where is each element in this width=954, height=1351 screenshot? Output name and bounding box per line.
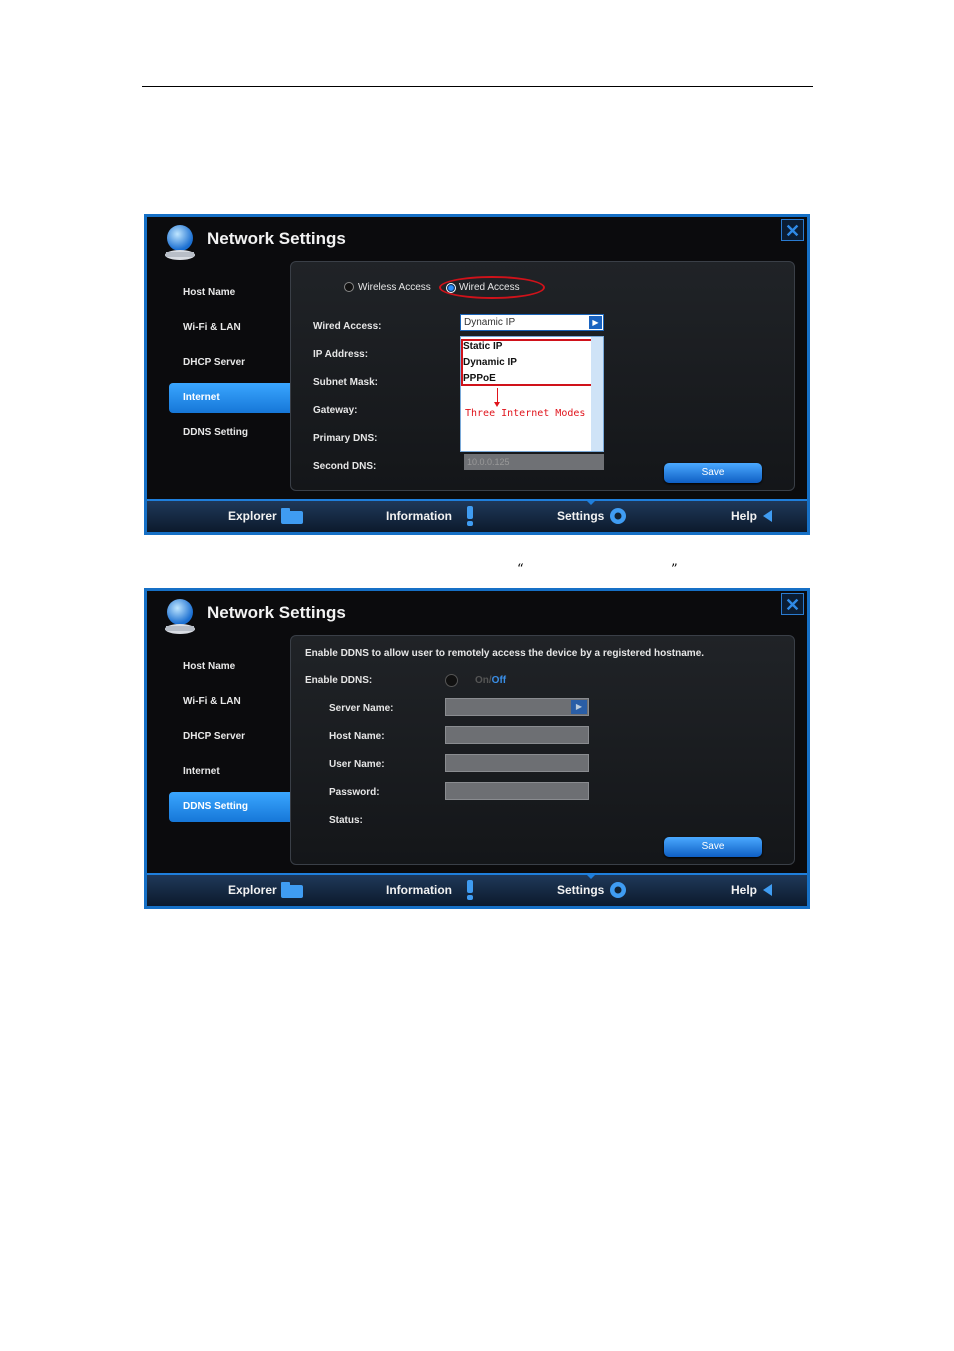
bottom-nav-bar: Explorer Information Settings Help	[147, 499, 807, 532]
server-name-select[interactable]: ▶	[445, 698, 589, 716]
wired-access-select[interactable]: Dynamic IP ▶	[460, 314, 604, 331]
option-pppoe[interactable]: PPPoE	[463, 373, 496, 384]
chevron-right-icon[interactable]: ▶	[589, 316, 602, 329]
user-name-input[interactable]	[445, 754, 589, 772]
window-title: Network Settings	[207, 603, 346, 622]
highlight-oval	[439, 276, 545, 299]
enable-ddns-toggle[interactable]	[445, 674, 458, 687]
annotation-arrow	[494, 388, 500, 407]
nav-information[interactable]: Information	[386, 509, 452, 523]
second-dns-label: Second DNS:	[313, 461, 377, 472]
sidebar-item-dhcp-server[interactable]: DHCP Server	[183, 731, 245, 742]
sidebar-item-wifi-lan[interactable]: Wi-Fi & LAN	[183, 322, 241, 333]
bottom-nav-bar: Explorer Information Settings Help	[147, 873, 807, 906]
chevron-right-icon[interactable]: ▶	[571, 700, 587, 714]
sidebar-item-wifi-lan[interactable]: Wi-Fi & LAN	[183, 696, 241, 707]
globe-logo-icon	[165, 599, 195, 634]
user-name-label: User Name:	[329, 759, 385, 770]
nav-settings[interactable]: Settings	[557, 883, 604, 897]
close-icon[interactable]: ✕	[781, 593, 804, 615]
save-button[interactable]: Save	[664, 463, 762, 483]
nav-settings[interactable]: Settings	[557, 509, 604, 523]
wireless-access-label: Wireless Access	[358, 282, 431, 293]
wired-access-field-label: Wired Access:	[313, 321, 382, 332]
gateway-label: Gateway:	[313, 405, 358, 416]
nav-help[interactable]: Help	[731, 509, 757, 523]
host-name-input[interactable]	[445, 726, 589, 744]
close-icon[interactable]: ✕	[781, 219, 804, 241]
wired-access-dropdown[interactable]: Static IP Dynamic IP PPPoE Three Interne…	[460, 336, 604, 452]
server-name-label: Server Name:	[329, 703, 394, 714]
sidebar-item-internet[interactable]: Internet	[169, 383, 290, 413]
back-arrow-icon	[763, 884, 772, 896]
network-settings-window-ddns: Network Settings ✕ Host Name Wi-Fi & LAN…	[144, 588, 810, 909]
toggle-off-label: Off	[491, 675, 507, 686]
annotation-text: Three Internet Modes	[465, 408, 586, 419]
host-name-label: Host Name:	[329, 731, 385, 742]
ddns-description: Enable DDNS to allow user to remotely ac…	[305, 648, 705, 659]
sidebar-item-ddns-setting[interactable]: DDNS Setting	[169, 792, 290, 822]
sidebar-item-host-name[interactable]: Host Name	[183, 661, 235, 672]
quote-open: “	[517, 562, 524, 577]
quote-close: ”	[671, 562, 678, 577]
subnet-mask-label: Subnet Mask:	[313, 377, 379, 388]
back-arrow-icon	[763, 510, 772, 522]
second-dns-input[interactable]: 10.0.0.125	[464, 454, 604, 470]
network-settings-window-internet: Network Settings ✕ Host Name Wi-Fi & LAN…	[144, 214, 810, 535]
exclamation-icon	[467, 880, 473, 900]
exclamation-icon	[467, 506, 473, 526]
settings-panel	[290, 635, 795, 865]
save-button[interactable]: Save	[664, 837, 762, 857]
option-dynamic-ip[interactable]: Dynamic IP	[463, 357, 517, 368]
folder-icon	[281, 508, 303, 524]
toggle-on-label: On	[475, 675, 489, 686]
page-top-rule	[142, 86, 813, 87]
toggle-text: On/Off	[475, 675, 506, 686]
window-title: Network Settings	[207, 229, 346, 248]
sidebar-item-ddns-setting[interactable]: DDNS Setting	[183, 427, 248, 438]
ip-address-label: IP Address:	[313, 349, 369, 360]
enable-ddns-label: Enable DDNS:	[305, 675, 373, 686]
dropdown-scrollbar[interactable]	[591, 337, 603, 451]
password-label: Password:	[329, 787, 380, 798]
gear-icon	[610, 508, 626, 524]
active-notch	[585, 499, 597, 505]
wireless-access-radio[interactable]	[344, 282, 354, 292]
active-notch	[585, 873, 597, 879]
primary-dns-label: Primary DNS:	[313, 433, 378, 444]
option-static-ip[interactable]: Static IP	[463, 341, 502, 352]
select-value: Dynamic IP	[464, 317, 516, 328]
nav-help[interactable]: Help	[731, 883, 757, 897]
nav-explorer[interactable]: Explorer	[228, 509, 277, 523]
sidebar-item-internet[interactable]: Internet	[183, 766, 220, 777]
folder-icon	[281, 882, 303, 898]
nav-information[interactable]: Information	[386, 883, 452, 897]
globe-logo-icon	[165, 225, 195, 260]
sidebar-item-host-name[interactable]: Host Name	[183, 287, 235, 298]
nav-explorer[interactable]: Explorer	[228, 883, 277, 897]
password-input[interactable]	[445, 782, 589, 800]
status-label: Status:	[329, 815, 363, 826]
gear-icon	[610, 882, 626, 898]
sidebar-item-dhcp-server[interactable]: DHCP Server	[183, 357, 245, 368]
